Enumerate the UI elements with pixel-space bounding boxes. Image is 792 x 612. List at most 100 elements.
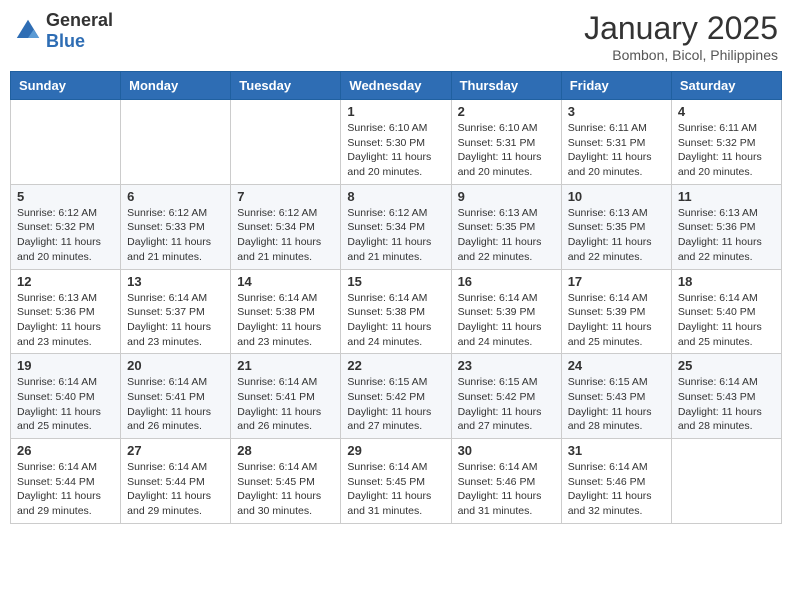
day-number: 28 bbox=[237, 443, 334, 458]
weekday-header-sunday: Sunday bbox=[11, 72, 121, 100]
calendar-cell: 28 Sunrise: 6:14 AMSunset: 5:45 PMDayligh… bbox=[231, 439, 341, 524]
weekday-header-row: SundayMondayTuesdayWednesdayThursdayFrid… bbox=[11, 72, 782, 100]
day-number: 16 bbox=[458, 274, 555, 289]
calendar-cell: 29Sunrise: 6:14 AMSunset: 5:45 PMDayligh… bbox=[341, 439, 451, 524]
day-number: 19 bbox=[17, 358, 114, 373]
day-info: Sunrise: 6:14 AMSunset: 5:40 PMDaylight:… bbox=[17, 375, 114, 434]
day-info: Sunrise: 6:14 AMSunset: 5:44 PMDaylight:… bbox=[17, 460, 114, 519]
day-info: Sunrise: 6:11 AMSunset: 5:31 PMDaylight:… bbox=[568, 121, 665, 180]
day-number: 9 bbox=[458, 189, 555, 204]
calendar-cell: 13Sunrise: 6:14 AMSunset: 5:37 PMDayligh… bbox=[121, 269, 231, 354]
page-header: General Blue January 2025 Bombon, Bicol,… bbox=[10, 10, 782, 63]
day-info: Sunrise: 6:10 AMSunset: 5:31 PMDaylight:… bbox=[458, 121, 555, 180]
day-number: 4 bbox=[678, 104, 775, 119]
day-info: Sunrise: 6:12 AMSunset: 5:34 PMDaylight:… bbox=[237, 206, 334, 265]
day-number: 7 bbox=[237, 189, 334, 204]
day-number: 29 bbox=[347, 443, 444, 458]
day-number: 3 bbox=[568, 104, 665, 119]
day-info: Sunrise: 6:14 AMSunset: 5:45 PMDaylight:… bbox=[237, 460, 334, 519]
day-number: 27 bbox=[127, 443, 224, 458]
day-info: Sunrise: 6:15 AMSunset: 5:42 PMDaylight:… bbox=[458, 375, 555, 434]
calendar-cell: 5 Sunrise: 6:12 AMSunset: 5:32 PMDaylight… bbox=[11, 184, 121, 269]
calendar-cell: 16 Sunrise: 6:14 AMSunset: 5:39 PMDayligh… bbox=[451, 269, 561, 354]
day-info: Sunrise: 6:12 AMSunset: 5:33 PMDaylight:… bbox=[127, 206, 224, 265]
calendar-cell bbox=[121, 100, 231, 185]
day-info: Sunrise: 6:12 AMSunset: 5:34 PMDaylight:… bbox=[347, 206, 444, 265]
calendar-cell: 27 Sunrise: 6:14 AMSunset: 5:44 PMDayligh… bbox=[121, 439, 231, 524]
day-number: 22 bbox=[347, 358, 444, 373]
weekday-header-friday: Friday bbox=[561, 72, 671, 100]
month-title: January 2025 bbox=[584, 10, 778, 47]
day-info: Sunrise: 6:15 AMSunset: 5:43 PMDaylight:… bbox=[568, 375, 665, 434]
day-info: Sunrise: 6:14 AMSunset: 5:43 PMDaylight:… bbox=[678, 375, 775, 434]
day-number: 1 bbox=[347, 104, 444, 119]
weekday-header-monday: Monday bbox=[121, 72, 231, 100]
calendar-cell: 19 Sunrise: 6:14 AMSunset: 5:40 PMDayligh… bbox=[11, 354, 121, 439]
day-info: Sunrise: 6:14 AMSunset: 5:46 PMDaylight:… bbox=[458, 460, 555, 519]
calendar-table: SundayMondayTuesdayWednesdayThursdayFrid… bbox=[10, 71, 782, 524]
day-number: 23 bbox=[458, 358, 555, 373]
day-info: Sunrise: 6:14 AMSunset: 5:40 PMDaylight:… bbox=[678, 291, 775, 350]
day-info: Sunrise: 6:14 AMSunset: 5:39 PMDaylight:… bbox=[458, 291, 555, 350]
day-info: Sunrise: 6:13 AMSunset: 5:36 PMDaylight:… bbox=[17, 291, 114, 350]
day-info: Sunrise: 6:14 AMSunset: 5:38 PMDaylight:… bbox=[347, 291, 444, 350]
calendar-cell: 24Sunrise: 6:15 AMSunset: 5:43 PMDayligh… bbox=[561, 354, 671, 439]
weekday-header-saturday: Saturday bbox=[671, 72, 781, 100]
day-number: 8 bbox=[347, 189, 444, 204]
title-block: January 2025 Bombon, Bicol, Philippines bbox=[584, 10, 778, 63]
logo-general: General bbox=[46, 10, 113, 30]
calendar-cell: 26 Sunrise: 6:14 AMSunset: 5:44 PMDayligh… bbox=[11, 439, 121, 524]
weekday-header-wednesday: Wednesday bbox=[341, 72, 451, 100]
calendar-cell: 21 Sunrise: 6:14 AMSunset: 5:41 PMDayligh… bbox=[231, 354, 341, 439]
day-number: 17 bbox=[568, 274, 665, 289]
day-info: Sunrise: 6:13 AMSunset: 5:36 PMDaylight:… bbox=[678, 206, 775, 265]
location-subtitle: Bombon, Bicol, Philippines bbox=[584, 47, 778, 63]
calendar-cell: 25Sunrise: 6:14 AMSunset: 5:43 PMDayligh… bbox=[671, 354, 781, 439]
calendar-cell: 30Sunrise: 6:14 AMSunset: 5:46 PMDayligh… bbox=[451, 439, 561, 524]
calendar-cell: 9Sunrise: 6:13 AMSunset: 5:35 PMDaylight… bbox=[451, 184, 561, 269]
day-info: Sunrise: 6:14 AMSunset: 5:41 PMDaylight:… bbox=[127, 375, 224, 434]
calendar-cell bbox=[671, 439, 781, 524]
week-row-1: 1 Sunrise: 6:10 AMSunset: 5:30 PMDaylight… bbox=[11, 100, 782, 185]
calendar-cell: 8 Sunrise: 6:12 AMSunset: 5:34 PMDaylight… bbox=[341, 184, 451, 269]
weekday-header-thursday: Thursday bbox=[451, 72, 561, 100]
calendar-cell: 7 Sunrise: 6:12 AMSunset: 5:34 PMDaylight… bbox=[231, 184, 341, 269]
week-row-5: 26 Sunrise: 6:14 AMSunset: 5:44 PMDayligh… bbox=[11, 439, 782, 524]
calendar-cell: 22 Sunrise: 6:15 AMSunset: 5:42 PMDayligh… bbox=[341, 354, 451, 439]
day-info: Sunrise: 6:12 AMSunset: 5:32 PMDaylight:… bbox=[17, 206, 114, 265]
day-number: 15 bbox=[347, 274, 444, 289]
calendar-cell bbox=[231, 100, 341, 185]
calendar-cell: 15 Sunrise: 6:14 AMSunset: 5:38 PMDayligh… bbox=[341, 269, 451, 354]
week-row-3: 12 Sunrise: 6:13 AMSunset: 5:36 PMDayligh… bbox=[11, 269, 782, 354]
calendar-cell: 11 Sunrise: 6:13 AMSunset: 5:36 PMDayligh… bbox=[671, 184, 781, 269]
day-number: 13 bbox=[127, 274, 224, 289]
calendar-cell: 14 Sunrise: 6:14 AMSunset: 5:38 PMDayligh… bbox=[231, 269, 341, 354]
day-info: Sunrise: 6:10 AMSunset: 5:30 PMDaylight:… bbox=[347, 121, 444, 180]
calendar-cell: 1 Sunrise: 6:10 AMSunset: 5:30 PMDaylight… bbox=[341, 100, 451, 185]
day-info: Sunrise: 6:14 AMSunset: 5:38 PMDaylight:… bbox=[237, 291, 334, 350]
day-number: 5 bbox=[17, 189, 114, 204]
day-number: 21 bbox=[237, 358, 334, 373]
day-number: 31 bbox=[568, 443, 665, 458]
calendar-cell: 18 Sunrise: 6:14 AMSunset: 5:40 PMDayligh… bbox=[671, 269, 781, 354]
day-info: Sunrise: 6:14 AMSunset: 5:41 PMDaylight:… bbox=[237, 375, 334, 434]
weekday-header-tuesday: Tuesday bbox=[231, 72, 341, 100]
calendar-cell: 12 Sunrise: 6:13 AMSunset: 5:36 PMDayligh… bbox=[11, 269, 121, 354]
calendar-cell bbox=[11, 100, 121, 185]
day-number: 11 bbox=[678, 189, 775, 204]
logo-blue: Blue bbox=[46, 31, 85, 51]
calendar-cell: 3 Sunrise: 6:11 AMSunset: 5:31 PMDaylight… bbox=[561, 100, 671, 185]
day-number: 6 bbox=[127, 189, 224, 204]
calendar-cell: 10Sunrise: 6:13 AMSunset: 5:35 PMDayligh… bbox=[561, 184, 671, 269]
day-number: 12 bbox=[17, 274, 114, 289]
logo: General Blue bbox=[14, 10, 113, 52]
calendar-cell: 4Sunrise: 6:11 AMSunset: 5:32 PMDaylight… bbox=[671, 100, 781, 185]
day-number: 10 bbox=[568, 189, 665, 204]
day-info: Sunrise: 6:14 AMSunset: 5:44 PMDaylight:… bbox=[127, 460, 224, 519]
day-number: 2 bbox=[458, 104, 555, 119]
day-number: 18 bbox=[678, 274, 775, 289]
day-info: Sunrise: 6:15 AMSunset: 5:42 PMDaylight:… bbox=[347, 375, 444, 434]
calendar-cell: 17Sunrise: 6:14 AMSunset: 5:39 PMDayligh… bbox=[561, 269, 671, 354]
day-number: 26 bbox=[17, 443, 114, 458]
day-number: 14 bbox=[237, 274, 334, 289]
